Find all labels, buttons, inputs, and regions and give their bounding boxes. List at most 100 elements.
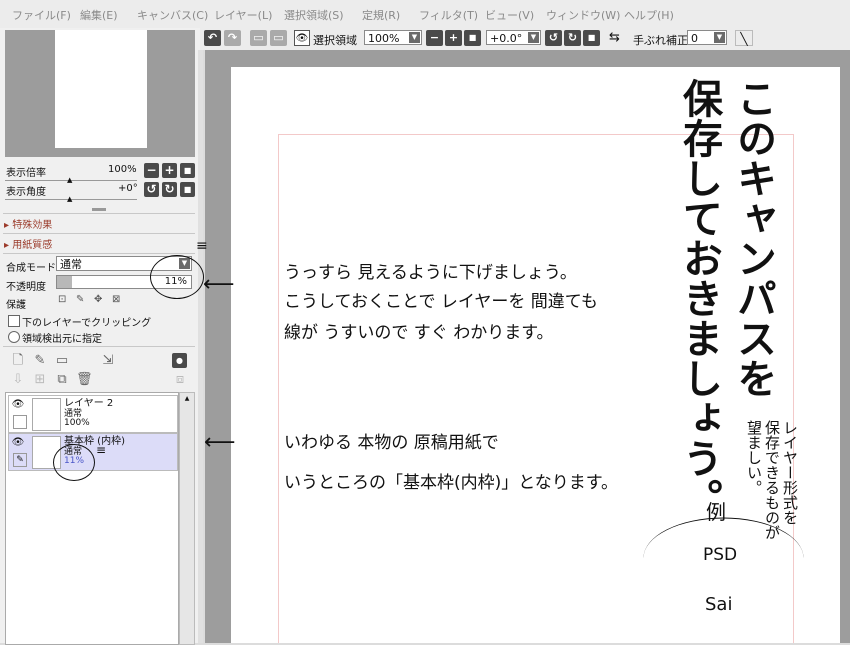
toolbar-zoom-reset-button[interactable]: ■ bbox=[464, 30, 481, 46]
panel-splitter[interactable] bbox=[198, 50, 203, 643]
menu-view[interactable]: ビュー(V) bbox=[485, 7, 534, 23]
zoom-select[interactable]: 100% ▼ bbox=[364, 30, 422, 45]
chevron-down-icon: ▼ bbox=[528, 32, 539, 43]
emphasis-marks-icon: ≡ bbox=[196, 238, 208, 254]
layer-row-layer2[interactable]: 👁 レイヤー 2 通常 100% bbox=[8, 395, 178, 433]
toolbar-zoom-out-button[interactable]: − bbox=[426, 30, 443, 46]
selection-visibility-label: 選択領域 bbox=[313, 34, 357, 47]
flip-horizontal-icon[interactable]: ⇆ bbox=[609, 30, 620, 45]
menu-file[interactable]: ファイル(F) bbox=[12, 7, 71, 23]
new-folder-icon[interactable]: ▭ bbox=[54, 353, 70, 369]
vertical-small-col1: レイヤー形式を bbox=[781, 420, 799, 525]
opacity-fill bbox=[57, 276, 72, 288]
example-label: 例 bbox=[706, 500, 726, 524]
layer-list: 👁 レイヤー 2 通常 100% 👁 ✎ 基本枠 (内枠) 通常 11% bbox=[5, 392, 179, 645]
undo-button[interactable]: ↶ bbox=[204, 30, 221, 46]
layer-move-icon[interactable]: ⇲ bbox=[100, 353, 116, 369]
menu-ruler[interactable]: 定規(R) bbox=[362, 7, 400, 23]
divider bbox=[3, 233, 195, 234]
paper-texture-section[interactable]: ▸ 用紙質感 bbox=[4, 236, 52, 251]
paper-texture-label: 用紙質感 bbox=[12, 240, 53, 251]
zoom-in-button[interactable]: + bbox=[162, 163, 177, 178]
menu-bar: ファイル(F) 編集(E) キャンバス(C) レイヤー(L) 選択領域(S) 定… bbox=[0, 0, 850, 29]
menu-selection[interactable]: 選択領域(S) bbox=[284, 7, 344, 23]
emphasis-marks-icon: ≡ bbox=[96, 443, 107, 457]
eye-icon[interactable]: 👁 bbox=[294, 30, 310, 46]
note1-line2: こうしておくことで レイヤーを 間違ても bbox=[284, 292, 598, 312]
menu-canvas[interactable]: キャンバス(C) bbox=[137, 7, 208, 23]
lock-all-icon[interactable]: ⊠ bbox=[112, 294, 120, 305]
divider bbox=[3, 346, 195, 347]
deselect-button[interactable]: ▭ bbox=[250, 30, 267, 46]
clip-checkbox[interactable] bbox=[8, 315, 20, 327]
menu-window[interactable]: ウィンドウ(W) bbox=[546, 7, 620, 23]
note2-line2: いうところの「基本枠(内枠)」となります。 bbox=[284, 473, 619, 493]
chevron-down-icon: ▼ bbox=[409, 32, 420, 43]
canvas-toolbar: ↶ ↷ ▭ ▭ 👁 選択領域 100% ▼ − + ■ +0.0° ▼ ↺ ↻ … bbox=[200, 28, 850, 50]
lock-move-icon[interactable]: ✥ bbox=[94, 294, 102, 305]
invert-selection-button[interactable]: ▭ bbox=[270, 30, 287, 46]
line-tool-icon[interactable]: ╲ bbox=[735, 30, 753, 46]
angle-slider[interactable]: ▲ bbox=[5, 187, 137, 203]
rotate-reset-button[interactable]: ■ bbox=[180, 182, 195, 197]
angle-select[interactable]: +0.0° ▼ bbox=[486, 30, 541, 45]
menu-layer[interactable]: レイヤー(L) bbox=[214, 7, 272, 23]
zoom-reset-button[interactable]: ■ bbox=[180, 163, 195, 178]
vertical-note-col1: このキャンパスを bbox=[730, 78, 776, 398]
eye-icon[interactable]: 👁 bbox=[11, 436, 25, 450]
layer-list-scrollbar[interactable]: ▲ bbox=[179, 392, 195, 645]
special-effects-section[interactable]: ▸ 特殊効果 bbox=[4, 216, 52, 231]
slider-thumb-icon[interactable]: ▲ bbox=[67, 176, 72, 184]
clip-label: 下のレイヤーでクリッピング bbox=[22, 318, 152, 329]
stabilizer-select[interactable]: 0 ▼ bbox=[687, 30, 727, 45]
clear-layer-icon[interactable]: ⧉ bbox=[54, 372, 70, 388]
eye-icon[interactable]: 👁 bbox=[11, 398, 25, 412]
zoom-select-value: 100% bbox=[368, 32, 400, 45]
slider-thumb-icon[interactable]: ▲ bbox=[67, 195, 72, 203]
lock-paint-icon[interactable]: ✎ bbox=[76, 294, 84, 305]
new-layer-icon[interactable]: 🗋 bbox=[10, 353, 26, 369]
zoom-out-button[interactable]: − bbox=[144, 163, 159, 178]
toolbar-rotate-reset-button[interactable]: ■ bbox=[583, 30, 600, 46]
toolbar-rotate-left-button[interactable]: ↺ bbox=[545, 30, 562, 46]
special-effects-label: 特殊効果 bbox=[12, 220, 53, 231]
rotate-left-button[interactable]: ↺ bbox=[144, 182, 159, 197]
new-pen-layer-icon[interactable]: ✎ bbox=[32, 353, 48, 369]
merge-all-icon[interactable]: ⧈ bbox=[172, 372, 188, 388]
note1-line1: うっすら 見えるように下げましょう。 bbox=[284, 263, 577, 283]
chevron-down-icon: ▼ bbox=[714, 32, 725, 43]
toolbar-zoom-in-button[interactable]: + bbox=[445, 30, 462, 46]
protect-label: 保護 bbox=[6, 300, 26, 311]
menu-help[interactable]: ヘルプ(H) bbox=[624, 7, 674, 23]
sai-label: Sai bbox=[705, 594, 733, 615]
selection-source-radio[interactable] bbox=[8, 331, 20, 343]
stabilizer-value: 0 bbox=[691, 32, 698, 45]
pencil-icon[interactable]: ✎ bbox=[13, 453, 27, 467]
redo-button[interactable]: ↷ bbox=[224, 30, 241, 46]
note2-line1: いわゆる 本物の 原稿用紙で bbox=[284, 433, 499, 453]
zoom-slider[interactable]: ▲ bbox=[5, 168, 137, 184]
selection-source-label: 領域検出元に指定 bbox=[22, 334, 102, 345]
navigator-preview[interactable] bbox=[5, 30, 195, 157]
vertical-small-col3: 望ましい。 bbox=[745, 420, 763, 495]
menu-filter[interactable]: フィルタ(T) bbox=[419, 7, 478, 23]
vertical-small-col2: 保存できるものが bbox=[763, 420, 781, 540]
note1-line3: 線が うすいので すぐ わかります。 bbox=[284, 323, 554, 343]
toolbar-rotate-right-button[interactable]: ↻ bbox=[564, 30, 581, 46]
rotate-right-button[interactable]: ↻ bbox=[162, 182, 177, 197]
layer-lock-toggle[interactable] bbox=[13, 415, 27, 429]
trash-icon[interactable]: 🗑 bbox=[76, 372, 93, 388]
stabilizer-label: 手ぶれ補正 bbox=[633, 34, 688, 47]
merge-down-icon[interactable]: ⊞ bbox=[32, 372, 48, 388]
transfer-down-icon[interactable]: ⇩ bbox=[10, 372, 26, 388]
angle-select-value: +0.0° bbox=[490, 32, 523, 45]
layer-panel-menu-button[interactable]: ● bbox=[172, 353, 187, 368]
vertical-note-col2: 保存しておきましょう。 bbox=[676, 78, 722, 518]
lock-transparency-icon[interactable]: ⊡ bbox=[58, 294, 66, 305]
scroll-up-icon[interactable]: ▲ bbox=[181, 394, 193, 404]
blend-mode-label: 合成モード bbox=[6, 263, 56, 274]
arrow-left-icon: ⟵ bbox=[204, 430, 236, 455]
panel-grip[interactable] bbox=[92, 208, 106, 211]
layer-thumbnail bbox=[32, 398, 61, 431]
menu-edit[interactable]: 編集(E) bbox=[80, 7, 118, 23]
